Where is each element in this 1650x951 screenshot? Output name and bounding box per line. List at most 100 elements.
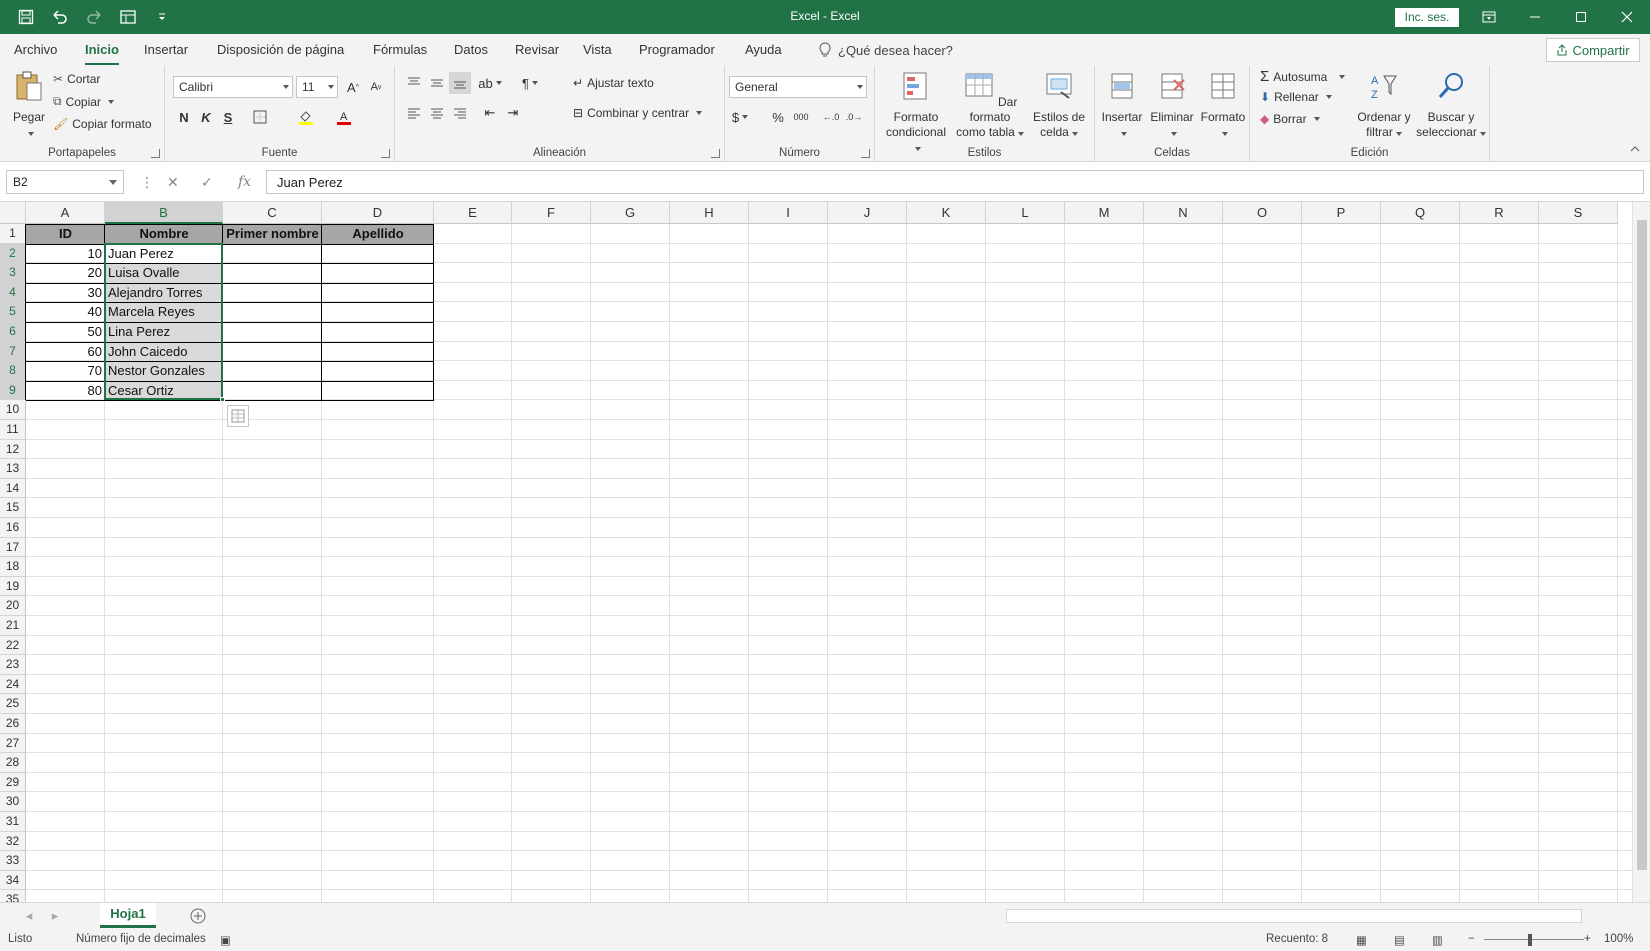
align-bottom-icon[interactable] [449, 72, 471, 94]
table-cell[interactable] [322, 342, 434, 362]
row-header-20[interactable]: 20 [0, 596, 26, 616]
ribbon-display-icon[interactable] [1466, 0, 1512, 34]
sheet-tab-hoja1[interactable]: Hoja1 [100, 903, 156, 928]
sign-in-button[interactable]: Inc. ses. [1395, 8, 1459, 27]
table-cell[interactable] [223, 283, 322, 303]
column-header-c[interactable]: C [223, 202, 322, 224]
sort-filter-button[interactable]: AZ Ordenar y filtrar [1354, 70, 1414, 140]
zoom-level[interactable]: 100% [1604, 933, 1633, 945]
row-header-21[interactable]: 21 [0, 616, 26, 636]
tab-inicio[interactable]: Inicio [85, 42, 119, 65]
column-header-q[interactable]: Q [1381, 202, 1460, 224]
minimize-icon[interactable] [1512, 0, 1558, 34]
clear-button[interactable]: ◆ Borrar [1260, 112, 1320, 126]
tab-disposicion[interactable]: Disposición de página [217, 42, 344, 57]
align-right-icon[interactable] [449, 102, 471, 124]
vertical-scrollbar[interactable] [1632, 202, 1650, 902]
horizontal-scrollbar[interactable] [1006, 909, 1582, 923]
row-header-30[interactable]: 30 [0, 792, 26, 812]
row-header-2[interactable]: 2 [0, 243, 26, 264]
zoom-slider[interactable] [1484, 939, 1584, 940]
normal-view-icon[interactable]: ▦ [1356, 933, 1367, 947]
quick-analysis-icon[interactable] [227, 405, 249, 428]
cell-styles-button[interactable]: Estilos de celda [1031, 70, 1087, 140]
table-cell[interactable] [322, 361, 434, 381]
row-header-1[interactable]: 1 [0, 224, 26, 244]
row-header-14[interactable]: 14 [0, 478, 26, 499]
row-header-13[interactable]: 13 [0, 459, 26, 479]
zoom-out-icon[interactable]: − [1468, 933, 1475, 945]
close-icon[interactable] [1604, 0, 1650, 34]
decrease-font-icon[interactable]: Av [365, 76, 387, 98]
row-header-24[interactable]: 24 [0, 674, 26, 695]
row-header-29[interactable]: 29 [0, 772, 26, 793]
vertical-scroll-thumb[interactable] [1637, 220, 1647, 870]
table-cell[interactable] [322, 381, 434, 401]
row-header-7[interactable]: 7 [0, 341, 26, 362]
decrease-decimal-icon[interactable]: .0→ [843, 106, 865, 128]
maximize-icon[interactable] [1558, 0, 1604, 34]
row-header-18[interactable]: 18 [0, 557, 26, 577]
font-name-select[interactable]: Calibri [173, 76, 293, 98]
row-header-35[interactable]: 35 [0, 890, 26, 902]
merge-center-button[interactable]: ⊟ Combinar y centrar [573, 106, 703, 120]
column-header-e[interactable]: E [434, 202, 512, 224]
row-header-26[interactable]: 26 [0, 714, 26, 734]
table-cell[interactable] [322, 283, 434, 303]
cut-button[interactable]: ✂ Cortar [53, 72, 100, 86]
wrap-text-button[interactable]: ↵ Ajustar texto [573, 76, 654, 90]
row-header-23[interactable]: 23 [0, 655, 26, 675]
table-cell[interactable] [322, 302, 434, 322]
font-dialog-launcher[interactable] [381, 149, 390, 158]
formula-input[interactable]: Juan Perez [266, 170, 1644, 194]
text-direction-icon[interactable]: ¶ [519, 72, 541, 94]
table-cell[interactable] [223, 244, 322, 264]
align-left-icon[interactable] [403, 102, 425, 124]
table-cell[interactable]: 30 [26, 283, 105, 303]
row-header-11[interactable]: 11 [0, 420, 26, 440]
collapse-ribbon-icon[interactable] [1624, 138, 1646, 160]
tab-datos[interactable]: Datos [454, 42, 488, 57]
select-all-corner[interactable] [0, 202, 26, 224]
row-header-27[interactable]: 27 [0, 733, 26, 754]
tab-ayuda[interactable]: Ayuda [745, 42, 782, 57]
column-header-o[interactable]: O [1223, 202, 1302, 224]
delete-cells-button[interactable]: Eliminar [1147, 70, 1197, 140]
table-header-cell[interactable]: ID [26, 224, 105, 244]
page-layout-view-icon[interactable]: ▤ [1394, 933, 1405, 947]
conditional-format-button[interactable]: Formato condicional [883, 70, 949, 155]
percent-button[interactable]: % [767, 106, 789, 128]
row-header-19[interactable]: 19 [0, 576, 26, 597]
tab-insertar[interactable]: Insertar [144, 42, 188, 57]
orientation-icon[interactable]: ab [478, 72, 502, 94]
tab-formulas[interactable]: Fórmulas [373, 42, 427, 57]
table-cell[interactable] [322, 244, 434, 264]
zoom-in-icon[interactable]: + [1584, 933, 1591, 945]
table-cell[interactable]: 70 [26, 361, 105, 381]
table-cell[interactable]: 50 [26, 322, 105, 342]
tell-me-search[interactable]: ¿Qué desea hacer? [818, 42, 953, 58]
number-dialog-launcher[interactable] [861, 149, 870, 158]
table-header-cell[interactable]: Primer nombre [223, 224, 322, 244]
row-header-9[interactable]: 9 [0, 380, 26, 401]
tab-vista[interactable]: Vista [583, 42, 612, 57]
column-header-s[interactable]: S [1539, 202, 1618, 224]
format-painter-button[interactable]: 🖌 Copiar formato [53, 117, 152, 131]
add-sheet-icon[interactable] [187, 905, 209, 927]
font-color-icon[interactable]: A [333, 106, 355, 128]
row-header-17[interactable]: 17 [0, 537, 26, 558]
table-cell[interactable] [322, 322, 434, 342]
format-as-table-button[interactable]: Dar formato como tabla [955, 70, 1025, 140]
tab-revisar[interactable]: Revisar [515, 42, 559, 57]
currency-button[interactable]: $ [729, 106, 751, 128]
row-header-25[interactable]: 25 [0, 694, 26, 714]
column-header-g[interactable]: G [591, 202, 670, 224]
increase-indent-icon[interactable]: ⇥ [502, 102, 524, 124]
table-cell[interactable]: 20 [26, 263, 105, 283]
table-cell[interactable]: 60 [26, 342, 105, 362]
row-header-33[interactable]: 33 [0, 851, 26, 871]
italic-button[interactable]: K [195, 106, 217, 128]
insert-cells-button[interactable]: Insertar [1099, 70, 1145, 140]
clipboard-dialog-launcher[interactable] [151, 149, 160, 158]
increase-font-icon[interactable]: A ^ [342, 76, 364, 98]
